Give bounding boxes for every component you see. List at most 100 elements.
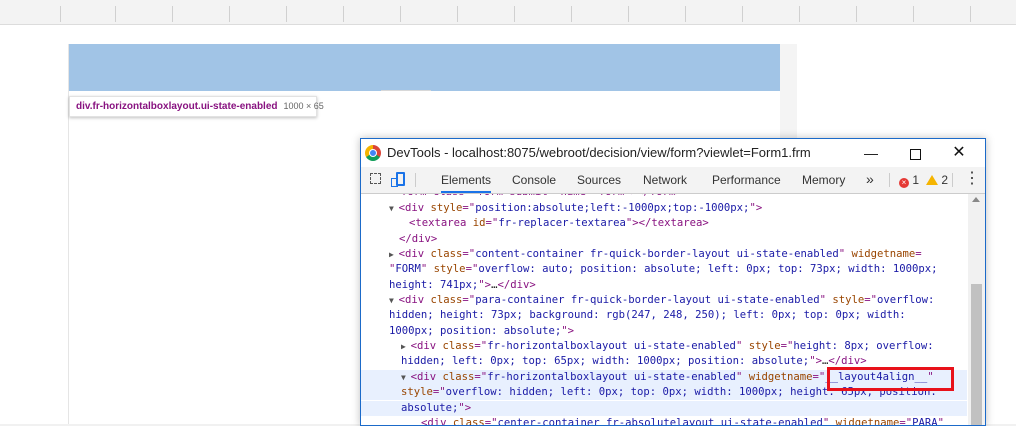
warning-count[interactable]: 2 <box>926 167 948 193</box>
expand-triangle-icon[interactable]: ▶ <box>389 250 399 259</box>
tab-sources[interactable]: Sources <box>577 167 621 193</box>
code-token: <textarea <box>409 217 473 229</box>
close-button[interactable]: ✕ <box>937 139 981 167</box>
ruler-tick <box>172 6 173 22</box>
error-count[interactable]: × 1 <box>899 167 919 193</box>
code-token: " <box>420 263 434 275</box>
ruler-tick <box>343 6 344 22</box>
code-token: <div <box>410 340 443 352</box>
code-token: <div <box>398 248 431 260</box>
tab-console[interactable]: Console <box>512 167 556 193</box>
code-token: </div> <box>497 279 536 291</box>
element-inspect-tooltip: div.fr-horizontalboxlayout.ui-state-enab… <box>69 96 324 117</box>
code-token: position:absolute;left:-1000px;top:-1000… <box>475 202 750 214</box>
ruler-tick <box>571 6 572 22</box>
code-token: overflow: auto; position: absolute; left… <box>478 263 938 275</box>
code-token: =" <box>462 248 476 260</box>
code-token: fr-horizontalboxlayout ui-state-enabled <box>487 340 736 352</box>
scroll-up-arrow-icon[interactable] <box>972 197 980 202</box>
code-token: style <box>832 294 865 306</box>
code-token: widgetname <box>851 248 916 260</box>
dom-node-line[interactable]: hidden; height: 73px; background: rgb(24… <box>361 308 967 323</box>
code-token: <div <box>398 202 431 214</box>
ruler-tick <box>457 6 458 22</box>
ruler-tick <box>400 6 401 22</box>
code-token: =" <box>864 294 878 306</box>
dom-node-line[interactable]: 1000px; position: absolute;"> <box>361 324 967 339</box>
error-icon: × <box>899 178 909 188</box>
code-token: "> <box>809 355 822 367</box>
ruler-tick <box>229 6 230 22</box>
ruler-tick <box>628 6 629 22</box>
code-token: "> <box>458 402 472 414</box>
ruler-tick <box>286 6 287 22</box>
elements-scrollbar[interactable] <box>968 194 985 425</box>
inspect-icon[interactable] <box>370 173 381 184</box>
dom-node-line[interactable]: ▼ <div style="position:absolute;left:-10… <box>361 201 967 216</box>
code-token: widgetname <box>748 371 813 383</box>
code-token: style <box>430 202 463 214</box>
ruler-tick <box>970 6 971 22</box>
more-tabs-button[interactable]: » <box>866 167 874 191</box>
code-token: =" <box>780 340 794 352</box>
code-token: id <box>472 217 486 229</box>
device-toolbar-icon[interactable] <box>391 172 405 187</box>
code-token: "> <box>478 279 492 291</box>
page-divider <box>381 90 431 96</box>
code-token: " <box>735 340 749 352</box>
dom-node-line[interactable]: </div> <box>361 232 967 247</box>
tab-performance[interactable]: Performance <box>712 167 781 193</box>
tooltip-selector: div.fr-horizontalboxlayout.ui-state-enab… <box>76 101 278 112</box>
dom-node-line[interactable]: absolute;"> <box>361 401 967 416</box>
dom-node-line[interactable]: ▶ <div class="fr-horizontalboxlayout ui-… <box>361 339 967 354</box>
expand-triangle-icon[interactable]: ▶ <box>401 342 411 351</box>
dom-node-line[interactable]: form class="form-submit" name="form"></f… <box>361 194 967 200</box>
code-token: </div> <box>828 355 867 367</box>
tab-memory[interactable]: Memory <box>802 167 845 193</box>
code-token: style <box>433 263 466 275</box>
dom-node-line[interactable]: ▼ <div class =" para-container fr-quick-bo… <box>361 293 967 308</box>
toolbar-separator <box>889 173 890 187</box>
ruler-tick <box>115 6 116 22</box>
code-token: style <box>401 386 433 398</box>
collapse-triangle-icon[interactable]: ▼ <box>389 296 399 305</box>
code-token: =" <box>485 217 499 229</box>
code-token: "> <box>749 202 763 214</box>
code-token: overflow: <box>877 294 935 306</box>
dom-node-line[interactable]: <textarea id="fr-replacer-textarea"></te… <box>361 216 967 231</box>
scrollbar-thumb[interactable] <box>971 284 982 425</box>
warning-count-value: 2 <box>941 173 949 187</box>
dom-node-line[interactable]: height: 741px;">…</div> <box>361 278 967 293</box>
error-count-value: 1 <box>912 173 920 187</box>
warning-icon <box>926 175 938 185</box>
code-token: para-container fr-quick-border-layout ui… <box>475 294 820 306</box>
code-token: content-container fr-quick-border-layout… <box>475 248 839 260</box>
code-token: class <box>442 340 475 352</box>
code-token: <div <box>398 294 431 306</box>
code-token: fr-replacer-textarea <box>498 217 626 229</box>
code-token: FORM <box>395 263 421 275</box>
tooltip-size: 1000 × 65 <box>283 101 324 111</box>
maximize-button[interactable] <box>893 139 937 167</box>
toolbar-separator <box>952 173 953 187</box>
collapse-triangle-icon[interactable]: ▼ <box>389 204 399 213</box>
dom-node-line[interactable]: "FORM" style="overflow: auto; position: … <box>361 262 967 277</box>
maximize-icon <box>909 148 921 160</box>
ruler-bar <box>0 0 1016 25</box>
code-token: = <box>915 248 922 260</box>
code-token: " <box>819 294 833 306</box>
code-token: class <box>430 294 463 306</box>
chrome-icon <box>365 145 381 161</box>
tab-elements[interactable]: Elements <box>441 167 492 193</box>
devtools-titlebar[interactable]: DevTools - localhost:8075/webroot/decisi… <box>361 139 985 167</box>
kebab-menu-icon[interactable]: ⋮ <box>964 167 980 191</box>
code-token: class <box>430 248 463 260</box>
dom-node-line[interactable]: ▶ <div class="content-container fr-quick… <box>361 247 967 262</box>
code-token: hidden; height: 73px; background: rgb(24… <box>389 309 906 321</box>
ruler-tick <box>742 6 743 22</box>
tab-network[interactable]: Network <box>643 167 687 193</box>
code-token: absolute; <box>401 402 459 414</box>
collapse-triangle-icon[interactable]: ▼ <box>401 373 411 382</box>
code-token: =" <box>474 340 488 352</box>
minimize-button[interactable]: — <box>849 139 893 167</box>
